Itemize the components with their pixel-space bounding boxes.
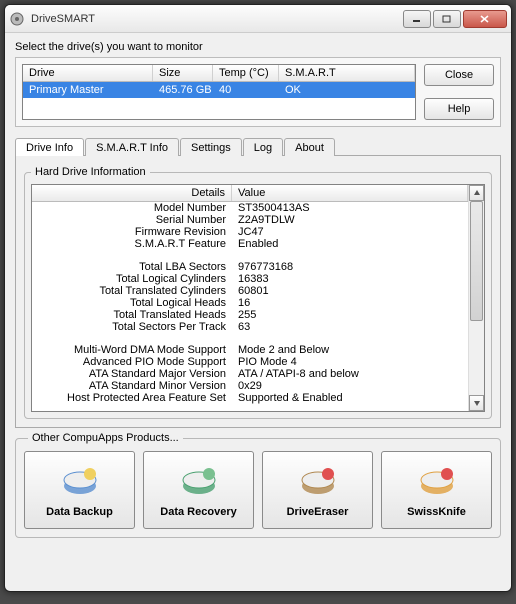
app-icon bbox=[9, 11, 25, 27]
drive-list-header: Drive Size Temp (°C) S.M.A.R.T bbox=[23, 65, 415, 82]
details-header: Details Value bbox=[32, 185, 468, 202]
col-size[interactable]: Size bbox=[153, 65, 213, 81]
titlebar[interactable]: DriveSMART bbox=[5, 5, 511, 33]
detail-row[interactable]: ATA Standard Major VersionATA / ATAPI-8 … bbox=[32, 368, 468, 380]
products-group: Other CompuApps Products... Data BackupD… bbox=[15, 438, 501, 538]
detail-row[interactable]: Total Sectors Per Track63 bbox=[32, 321, 468, 333]
col-smart[interactable]: S.M.A.R.T bbox=[279, 65, 415, 81]
product-disk-recovery[interactable]: Data Recovery bbox=[143, 451, 254, 529]
col-details[interactable]: Details bbox=[32, 185, 232, 201]
detail-row[interactable]: Model NumberST3500413AS bbox=[32, 202, 468, 214]
tab-about[interactable]: About bbox=[284, 138, 335, 156]
maximize-button[interactable] bbox=[433, 10, 461, 28]
detail-row[interactable]: S.M.A.R.T FeatureEnabled bbox=[32, 238, 468, 250]
tab-smart-info[interactable]: S.M.A.R.T Info bbox=[85, 138, 179, 156]
detail-row[interactable]: Multi-Word DMA Mode SupportMode 2 and Be… bbox=[32, 344, 468, 356]
scroll-down-button[interactable] bbox=[469, 395, 484, 411]
scroll-thumb[interactable] bbox=[470, 201, 483, 321]
detail-row[interactable]: Serial NumberZ2A9TDLW bbox=[32, 214, 468, 226]
tab-settings[interactable]: Settings bbox=[180, 138, 242, 156]
minimize-button[interactable] bbox=[403, 10, 431, 28]
detail-row[interactable]: Total LBA Sectors976773168 bbox=[32, 261, 468, 273]
details-list[interactable]: Model NumberST3500413ASSerial NumberZ2A9… bbox=[32, 202, 468, 408]
disk-eraser-icon bbox=[298, 462, 338, 502]
close-button[interactable]: Close bbox=[424, 64, 494, 86]
scroll-track[interactable] bbox=[469, 201, 484, 395]
drive-list[interactable]: Drive Size Temp (°C) S.M.A.R.T Primary M… bbox=[22, 64, 416, 120]
detail-row[interactable]: Firmware RevisionJC47 bbox=[32, 226, 468, 238]
tab-strip: Drive Info S.M.A.R.T Info Settings Log A… bbox=[15, 137, 501, 156]
detail-row[interactable]: ATA Standard Minor Version0x29 bbox=[32, 380, 468, 392]
drive-row[interactable]: Primary Master 465.76 GB 40 OK bbox=[23, 82, 415, 98]
product-swissknife[interactable]: SwissKnife bbox=[381, 451, 492, 529]
detail-row[interactable]: Total Logical Heads16 bbox=[32, 297, 468, 309]
product-disk-backup[interactable]: Data Backup bbox=[24, 451, 135, 529]
swissknife-icon bbox=[417, 462, 457, 502]
product-disk-eraser[interactable]: DriveEraser bbox=[262, 451, 373, 529]
detail-row[interactable]: Total Translated Heads255 bbox=[32, 309, 468, 321]
col-temp[interactable]: Temp (°C) bbox=[213, 65, 279, 81]
detail-row[interactable]: Total Translated Cylinders60801 bbox=[32, 285, 468, 297]
help-button[interactable]: Help bbox=[424, 98, 494, 120]
detail-row[interactable]: Total Logical Cylinders16383 bbox=[32, 273, 468, 285]
tab-drive-info[interactable]: Drive Info bbox=[15, 138, 84, 156]
detail-row[interactable]: Host Protected Area Feature SetSupported… bbox=[32, 392, 468, 404]
scroll-up-button[interactable] bbox=[469, 185, 484, 201]
disk-backup-icon bbox=[60, 462, 100, 502]
hard-drive-info-group: Hard Drive Information Details Value Mod… bbox=[24, 166, 492, 419]
instruction-text: Select the drive(s) you want to monitor bbox=[15, 41, 501, 53]
window-title: DriveSMART bbox=[31, 13, 403, 25]
col-drive[interactable]: Drive bbox=[23, 65, 153, 81]
group-title: Hard Drive Information bbox=[31, 166, 150, 178]
scrollbar[interactable] bbox=[468, 185, 484, 411]
tab-log[interactable]: Log bbox=[243, 138, 283, 156]
detail-row[interactable]: Advanced PIO Mode SupportPIO Mode 4 bbox=[32, 356, 468, 368]
close-window-button[interactable] bbox=[463, 10, 507, 28]
disk-recovery-icon bbox=[179, 462, 219, 502]
products-title: Other CompuApps Products... bbox=[28, 432, 183, 444]
col-value[interactable]: Value bbox=[232, 185, 468, 201]
